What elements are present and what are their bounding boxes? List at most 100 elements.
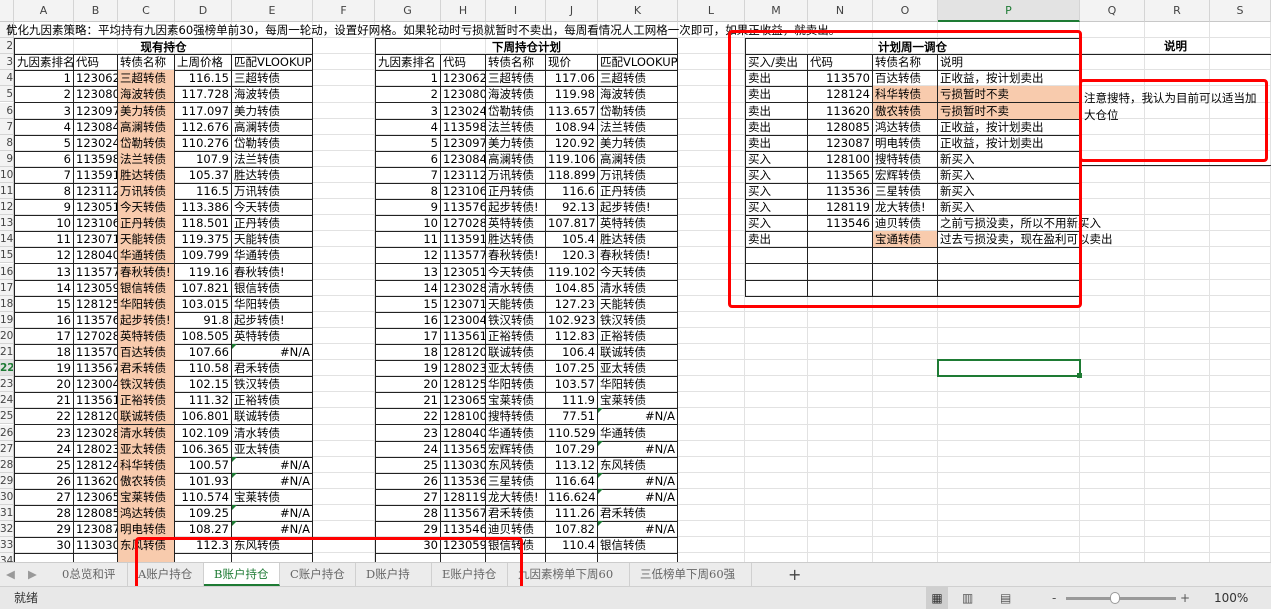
row-header[interactable]: 14	[0, 231, 14, 247]
selected-cell[interactable]	[937, 359, 1081, 377]
add-sheet-button[interactable]: +	[788, 563, 801, 586]
row-header[interactable]: 5	[0, 86, 14, 102]
table-cell: 123028	[74, 425, 118, 442]
bond-name-cell: 亚太转债	[118, 441, 175, 458]
table-cell: 123097	[441, 135, 486, 152]
page-layout-icon[interactable]: ▥	[962, 587, 973, 609]
column-header[interactable]: Q	[1080, 0, 1145, 22]
table-cell: 113030	[74, 537, 118, 554]
row-header[interactable]: 32	[0, 521, 14, 537]
column-header[interactable]: O	[873, 0, 938, 22]
fill-handle[interactable]	[1077, 373, 1082, 378]
column-header[interactable]: H	[441, 0, 486, 22]
row-header[interactable]: 30	[0, 489, 14, 505]
table-cell: 今天转债	[598, 264, 678, 281]
row-header[interactable]: 27	[0, 441, 14, 457]
column-header[interactable]: I	[486, 0, 546, 22]
column-header[interactable]: J	[546, 0, 598, 22]
table-cell: 113598	[74, 151, 118, 168]
plan-cell	[938, 280, 1080, 297]
bond-name-cell: 华阳转债	[118, 296, 175, 313]
zoom-slider-handle[interactable]	[1110, 592, 1120, 604]
column-header[interactable]: K	[598, 0, 678, 22]
bond-name-cell: 银信转债	[118, 280, 175, 297]
column-header[interactable]: D	[175, 0, 232, 22]
table-cell: #N/A	[232, 505, 313, 522]
scroll-right-icon[interactable]: ▶	[28, 563, 37, 586]
row-header[interactable]: 31	[0, 505, 14, 521]
normal-view-icon[interactable]: ▦	[926, 587, 948, 609]
row-header[interactable]: 29	[0, 473, 14, 489]
plan-cell: 128085	[808, 119, 873, 136]
column-header[interactable]: A	[14, 0, 74, 22]
row-header[interactable]: 16	[0, 264, 14, 280]
sheet-tab[interactable]: 三低榜单下周60强	[630, 563, 752, 586]
column-header[interactable]: B	[74, 0, 118, 22]
row-header[interactable]: 4	[0, 70, 14, 86]
plan-cell	[873, 280, 938, 297]
scroll-left-icon[interactable]: ◀	[6, 563, 15, 586]
table-cell: 11	[14, 231, 74, 248]
row-header[interactable]: 23	[0, 376, 14, 392]
sheet-tab[interactable]: E账户持仓	[432, 563, 508, 586]
row-header[interactable]: 3	[0, 54, 14, 70]
table-cell: 13	[14, 264, 74, 281]
column-header[interactable]: F	[313, 0, 375, 22]
spreadsheet-grid[interactable]: A B C D E F G H I J K L M N O P Q R S 1 2 3 4 5 6 7 8 9 10 11 12 13 14 15…	[0, 0, 1271, 562]
row-header[interactable]: 12	[0, 199, 14, 215]
table-cell: 106.365	[175, 441, 232, 458]
row-header[interactable]: 28	[0, 457, 14, 473]
row-header[interactable]: 22	[0, 360, 14, 376]
table-cell: #N/A	[232, 344, 313, 361]
row-header[interactable]: 25	[0, 408, 14, 424]
column-header[interactable]: R	[1145, 0, 1210, 22]
row-header[interactable]: 10	[0, 167, 14, 183]
row-header[interactable]: 15	[0, 247, 14, 263]
column-header[interactable]: P	[938, 0, 1080, 22]
row-header[interactable]: 26	[0, 425, 14, 441]
status-bar: 就绪 ▦ ▥ ▤ - + 100%	[0, 586, 1271, 609]
row-header[interactable]: 7	[0, 119, 14, 135]
row-header[interactable]: 24	[0, 392, 14, 408]
row-header[interactable]: 17	[0, 280, 14, 296]
table-cell: 123080	[441, 86, 486, 103]
row-header[interactable]: 9	[0, 151, 14, 167]
table-cell: 113620	[74, 473, 118, 490]
current-column-header: 九因素排名	[14, 54, 74, 71]
zoom-out-button[interactable]: -	[1052, 587, 1056, 609]
zoom-slider[interactable]	[1066, 597, 1176, 600]
column-header[interactable]: M	[745, 0, 808, 22]
zoom-in-button[interactable]: +	[1180, 587, 1190, 609]
sheet-tab[interactable]: 0总览和评价	[52, 563, 128, 604]
select-all-corner[interactable]	[0, 0, 14, 22]
column-header[interactable]: E	[232, 0, 313, 22]
row-header[interactable]: 33	[0, 537, 14, 553]
sheet-tab[interactable]: A账户持仓	[128, 563, 204, 586]
row-header[interactable]: 2	[0, 38, 14, 54]
row-header[interactable]: 11	[0, 183, 14, 199]
row-header[interactable]: 20	[0, 328, 14, 344]
sheet-tab[interactable]: D账户持仓	[356, 563, 432, 604]
row-header[interactable]: 18	[0, 296, 14, 312]
bond-name-cell: 高澜转债	[486, 151, 546, 168]
sheet-tab[interactable]: B账户持仓	[204, 563, 280, 586]
sheet-tab[interactable]: C账户持仓	[280, 563, 356, 586]
row-header[interactable]: 19	[0, 312, 14, 328]
table-cell: 铁汉转债	[232, 376, 313, 393]
row-header[interactable]: 6	[0, 103, 14, 119]
page-break-icon[interactable]: ▤	[1000, 587, 1011, 609]
column-header[interactable]: G	[375, 0, 441, 22]
sheet-tab[interactable]: 九因素榜单下周60强	[508, 563, 630, 604]
table-cell: 103.015	[175, 296, 232, 313]
row-header[interactable]: 21	[0, 344, 14, 360]
column-header[interactable]: C	[118, 0, 175, 22]
column-header[interactable]: L	[678, 0, 745, 22]
row-header[interactable]: 13	[0, 215, 14, 231]
plan-cell: 三星转债	[873, 183, 938, 200]
row-header[interactable]: 8	[0, 135, 14, 151]
column-header[interactable]: N	[808, 0, 873, 22]
row-header[interactable]: 34	[0, 553, 14, 562]
table-cell: 118.501	[175, 215, 232, 232]
column-header[interactable]: S	[1210, 0, 1271, 22]
table-cell: 109.25	[175, 505, 232, 522]
